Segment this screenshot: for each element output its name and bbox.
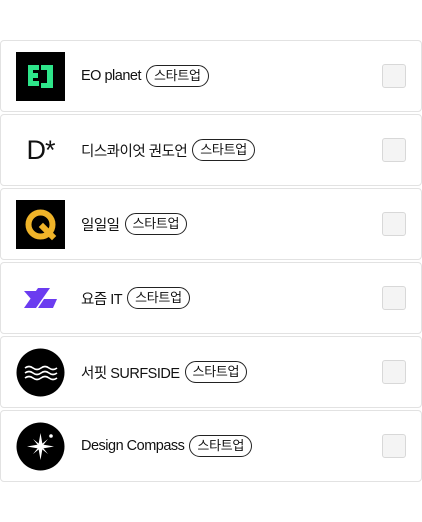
select-checkbox[interactable] xyxy=(382,64,406,88)
category-badge: 스타트업 xyxy=(189,435,253,457)
company-name: 서핏 SURFSIDE xyxy=(81,365,180,382)
category-badge: 스타트업 xyxy=(146,65,209,87)
category-badge: 스타트업 xyxy=(127,287,190,309)
list-item[interactable]: 서핏 SURFSIDE 스타트업 xyxy=(0,336,422,408)
select-checkbox[interactable] xyxy=(382,212,406,236)
company-list: EO planet 스타트업 D* 디스콰이엇 권도언 스타트업 일일일 스타트… xyxy=(0,40,422,484)
category-badge: 스타트업 xyxy=(124,213,188,235)
company-name: EO planet xyxy=(81,68,142,84)
list-item[interactable]: 요즘 IT 스타트업 xyxy=(0,262,422,334)
company-name: Design Compass xyxy=(81,438,185,454)
company-name: 디스콰이엇 권도언 xyxy=(81,143,188,160)
list-item[interactable]: 일일일 스타트업 xyxy=(0,188,422,260)
design-compass-logo xyxy=(16,422,65,471)
disquiet-logo-text: D* xyxy=(26,135,55,165)
list-item[interactable]: Design Compass 스타트업 xyxy=(0,410,422,482)
surfit-logo xyxy=(16,348,65,397)
disquiet-logo: D* xyxy=(16,126,65,175)
list-item[interactable]: D* 디스콰이엇 권도언 스타트업 xyxy=(0,114,422,186)
yozm-it-logo xyxy=(16,274,65,323)
select-checkbox[interactable] xyxy=(382,286,406,310)
select-checkbox[interactable] xyxy=(382,360,406,384)
eo-planet-logo xyxy=(16,52,65,101)
select-checkbox[interactable] xyxy=(382,138,406,162)
ililil-logo xyxy=(16,200,65,249)
category-badge: 스타트업 xyxy=(192,139,255,161)
select-checkbox[interactable] xyxy=(382,434,406,458)
company-name: 요즘 IT xyxy=(81,291,123,308)
company-name: 일일일 xyxy=(81,217,120,234)
list-item[interactable]: EO planet 스타트업 xyxy=(0,40,422,112)
category-badge: 스타트업 xyxy=(184,361,248,383)
